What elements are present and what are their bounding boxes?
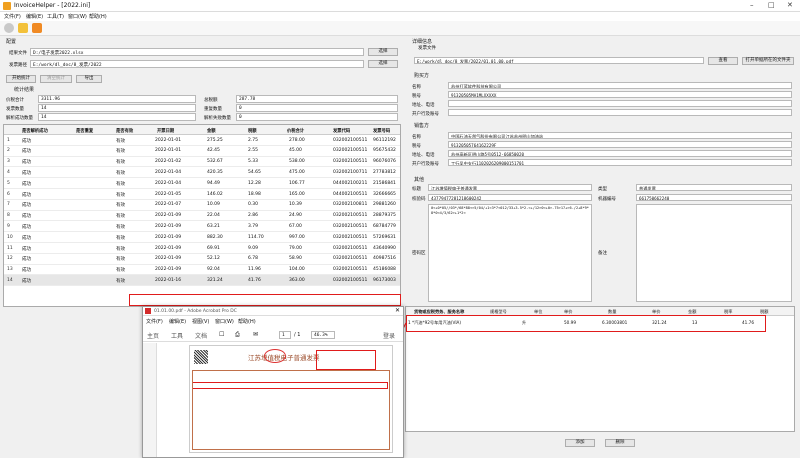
pdf-app-icon — [145, 308, 151, 314]
invoice-body — [192, 370, 390, 450]
pdf-tab-home[interactable]: 主页 — [147, 331, 159, 340]
pdf-mail-icon[interactable]: ✉ — [253, 331, 258, 338]
pdf-title: 01.01.00.pdf - Adobe Acrobat Pro DC — [154, 308, 237, 314]
invoice-seal-icon — [264, 349, 286, 363]
pdf-close-icon[interactable]: ✕ — [395, 307, 400, 314]
pdf-menu-window[interactable]: 窗口(W) — [215, 318, 234, 325]
pdf-save-icon[interactable]: ☐ — [219, 331, 224, 338]
pdf-tab-document[interactable]: 文档 — [195, 331, 207, 340]
pdf-page-total: / 1 — [294, 332, 301, 338]
pdf-menu-view[interactable]: 视图(V) — [192, 318, 209, 325]
pdf-menu-help[interactable]: 帮助(H) — [238, 318, 256, 325]
pdf-menu-file[interactable]: 文件(F) — [146, 318, 163, 325]
pdf-menu-edit[interactable]: 编辑(E) — [169, 318, 186, 325]
pdf-viewer-window[interactable]: 01.01.00.pdf - Adobe Acrobat Pro DC ✕ 文件… — [142, 306, 404, 458]
pdf-menu: 文件(F) 编辑(E) 视图(V) 窗口(W) 帮助(H) — [143, 317, 403, 326]
pdf-signin[interactable]: 登录 — [383, 331, 395, 340]
pdf-tab-tools[interactable]: 工具 — [171, 331, 183, 340]
qr-code-icon — [194, 350, 208, 364]
pdf-print-icon[interactable]: ⎙ — [235, 331, 240, 339]
pdf-zoom[interactable]: 46.3% — [311, 331, 335, 339]
pdf-page: 江苏增值税电子普通发票 — [189, 345, 393, 453]
pdf-side-rail — [143, 343, 157, 457]
pdf-page-input[interactable]: 1 — [279, 331, 291, 339]
pdf-toolbar: 主页 工具 文档 ☐ ⎙ ✉ 1 / 1 46.3% 登录 — [143, 328, 403, 342]
pdf-titlebar: 01.01.00.pdf - Adobe Acrobat Pro DC ✕ — [143, 307, 403, 316]
pdf-header-highlight — [316, 350, 376, 370]
